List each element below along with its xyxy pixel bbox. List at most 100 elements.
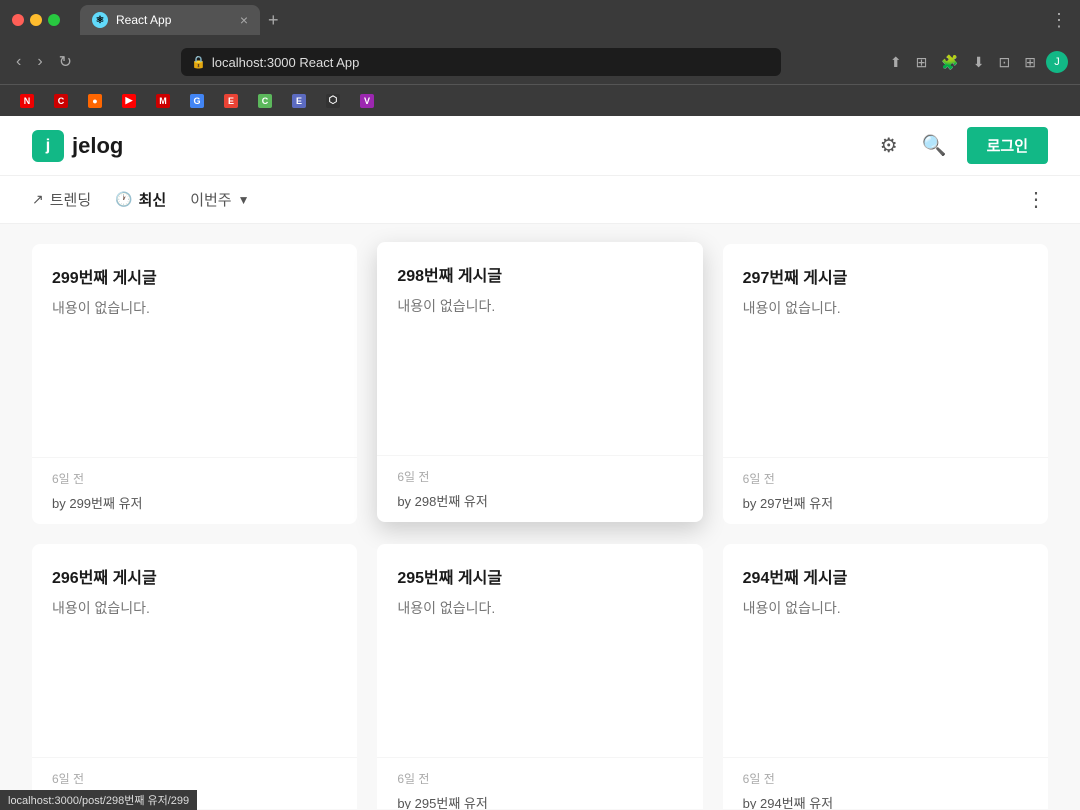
card-297[interactable]: 297번째 게시글 내용이 없습니다. 6일 전 by 297번째 유저 — [723, 244, 1048, 524]
nav-actions: ⬆ ⊞ 🧩 ⬇ ⊡ ⊞ J — [886, 51, 1068, 73]
bookmark-ext3[interactable]: E — [284, 91, 314, 111]
cards-container: 299번째 게시글 내용이 없습니다. 6일 전 by 299번째 유저 298… — [0, 224, 1080, 809]
forward-button[interactable]: › — [33, 49, 46, 75]
card-296-title: 296번째 게시글 — [52, 564, 337, 588]
browser-menu-button[interactable]: ⋮ — [1050, 10, 1068, 31]
status-bar: localhost:3000/post/298번째 유저/299 — [0, 790, 197, 810]
card-299-date: 6일 전 — [52, 470, 337, 487]
settings-button[interactable]: ⚙ — [876, 129, 902, 162]
bookmark-ext1[interactable]: E — [216, 91, 246, 111]
bookmark-gh[interactable]: ⬡ — [318, 91, 348, 111]
search-button[interactable]: 🔍 — [918, 129, 951, 162]
card-298-title: 298번째 게시글 — [397, 262, 682, 286]
app-content: j jelog ⚙ 🔍 로그인 ↗ 트렌딩 🕐 최신 이번주 ▼ ⋮ — [0, 116, 1080, 809]
address-text: localhost:3000 React App — [212, 55, 771, 70]
card-297-body: 297번째 게시글 내용이 없습니다. — [723, 244, 1048, 457]
bookmark-yt[interactable]: ▶ — [114, 91, 144, 111]
card-296-date: 6일 전 — [52, 770, 337, 787]
bookmark-button[interactable]: ⊞ — [912, 52, 932, 73]
bookmark-ext4[interactable]: V — [352, 91, 382, 111]
tab-recent[interactable]: 🕐 최신 — [115, 177, 166, 222]
card-294-date: 6일 전 — [743, 770, 1028, 787]
card-296-body: 296번째 게시글 내용이 없습니다. — [32, 544, 357, 757]
card-295[interactable]: 295번째 게시글 내용이 없습니다. 6일 전 by 295번째 유저 — [377, 544, 702, 809]
login-button[interactable]: 로그인 — [967, 127, 1048, 164]
nav-tabs: ↗ 트렌딩 🕐 최신 이번주 ▼ ⋮ — [0, 176, 1080, 224]
tab-recent-label: 최신 — [139, 189, 167, 210]
tab-bar: ⚛ React App × + — [80, 5, 1020, 35]
bookmark-m[interactable]: M — [148, 91, 178, 111]
card-294-author: by 294번째 유저 — [743, 793, 1028, 809]
logo-icon: j — [32, 130, 64, 162]
card-294[interactable]: 294번째 게시글 내용이 없습니다. 6일 전 by 294번째 유저 — [723, 544, 1048, 809]
profile-button[interactable]: J — [1046, 51, 1068, 73]
bookmark-ext2-icon: C — [258, 94, 272, 108]
tab-trending-label: 트렌딩 — [50, 189, 91, 210]
download-button[interactable]: ⬇ — [969, 52, 989, 73]
bookmark-ext3-icon: E — [292, 94, 306, 108]
card-298-content: 내용이 없습니다. — [397, 296, 682, 435]
card-299-title: 299번째 게시글 — [52, 264, 337, 288]
tab-trending[interactable]: ↗ 트렌딩 — [32, 177, 91, 222]
bookmark-circle[interactable]: ● — [80, 91, 110, 111]
card-295-title: 295번째 게시글 — [397, 564, 682, 588]
tab-title: React App — [116, 13, 171, 27]
tab-favicon: ⚛ — [92, 12, 108, 28]
card-295-content: 내용이 없습니다. — [397, 598, 682, 737]
card-296[interactable]: 296번째 게시글 내용이 없습니다. 6일 전 by 296번째 유저 — [32, 544, 357, 809]
tab-thisweek-label: 이번주 — [190, 189, 231, 210]
card-297-content: 내용이 없습니다. — [743, 298, 1028, 437]
bookmark-n[interactable]: N — [12, 91, 42, 111]
cards-grid: 299번째 게시글 내용이 없습니다. 6일 전 by 299번째 유저 298… — [32, 244, 1048, 809]
card-299-footer: 6일 전 by 299번째 유저 — [32, 457, 357, 524]
bookmark-gh-icon: ⬡ — [326, 94, 340, 108]
card-299-author: by 299번째 유저 — [52, 493, 337, 512]
header-actions: ⚙ 🔍 로그인 — [876, 127, 1048, 164]
new-tab-button[interactable]: + — [268, 10, 279, 31]
trending-icon: ↗ — [32, 191, 44, 208]
logo-text: jelog — [72, 133, 123, 159]
arrow-down-icon: ▼ — [238, 193, 250, 207]
tab-thisweek[interactable]: 이번주 ▼ — [190, 177, 249, 222]
bookmark-yt-icon: ▶ — [122, 94, 136, 108]
bookmark-circle-icon: ● — [88, 94, 102, 108]
bookmark-m-icon: M — [156, 94, 170, 108]
card-298[interactable]: 298번째 게시글 내용이 없습니다. 6일 전 by 298번째 유저 — [377, 242, 702, 522]
bookmark-c-icon: C — [54, 94, 68, 108]
minimize-button[interactable] — [30, 14, 42, 26]
card-295-date: 6일 전 — [397, 770, 682, 787]
card-295-author: by 295번째 유저 — [397, 793, 682, 809]
bookmark-c[interactable]: C — [46, 91, 76, 111]
card-298-date: 6일 전 — [397, 468, 682, 485]
card-294-content: 내용이 없습니다. — [743, 598, 1028, 737]
card-299[interactable]: 299번째 게시글 내용이 없습니다. 6일 전 by 299번째 유저 — [32, 244, 357, 524]
card-298-author: by 298번째 유저 — [397, 491, 682, 510]
traffic-lights — [12, 14, 60, 26]
share-button[interactable]: ⬆ — [886, 52, 906, 73]
more-options-button[interactable]: ⋮ — [1026, 187, 1048, 212]
bookmark-g-icon: G — [190, 94, 204, 108]
app-header: j jelog ⚙ 🔍 로그인 — [0, 116, 1080, 176]
tab-grid-button[interactable]: ⊞ — [1020, 52, 1040, 73]
card-297-author: by 297번째 유저 — [743, 493, 1028, 512]
tab-close-button[interactable]: × — [240, 12, 248, 28]
reload-button[interactable]: ↻ — [55, 48, 76, 76]
maximize-button[interactable] — [48, 14, 60, 26]
close-button[interactable] — [12, 14, 24, 26]
bookmark-ext1-icon: E — [224, 94, 238, 108]
card-295-body: 295번째 게시글 내용이 없습니다. — [377, 544, 702, 757]
bookmark-g[interactable]: G — [182, 91, 212, 111]
card-294-footer: 6일 전 by 294번째 유저 — [723, 757, 1048, 809]
card-298-body: 298번째 게시글 내용이 없습니다. — [377, 242, 702, 455]
card-296-content: 내용이 없습니다. — [52, 598, 337, 737]
browser-tab[interactable]: ⚛ React App × — [80, 5, 260, 35]
back-button[interactable]: ‹ — [12, 49, 25, 75]
bookmark-n-icon: N — [20, 94, 34, 108]
card-299-content: 내용이 없습니다. — [52, 298, 337, 437]
card-294-body: 294번째 게시글 내용이 없습니다. — [723, 544, 1048, 757]
address-bar[interactable]: 🔒 localhost:3000 React App — [181, 48, 781, 76]
extensions-button[interactable]: 🧩 — [937, 52, 962, 73]
card-295-footer: 6일 전 by 295번째 유저 — [377, 757, 702, 809]
bookmark-ext2[interactable]: C — [250, 91, 280, 111]
cast-button[interactable]: ⊡ — [995, 52, 1015, 73]
